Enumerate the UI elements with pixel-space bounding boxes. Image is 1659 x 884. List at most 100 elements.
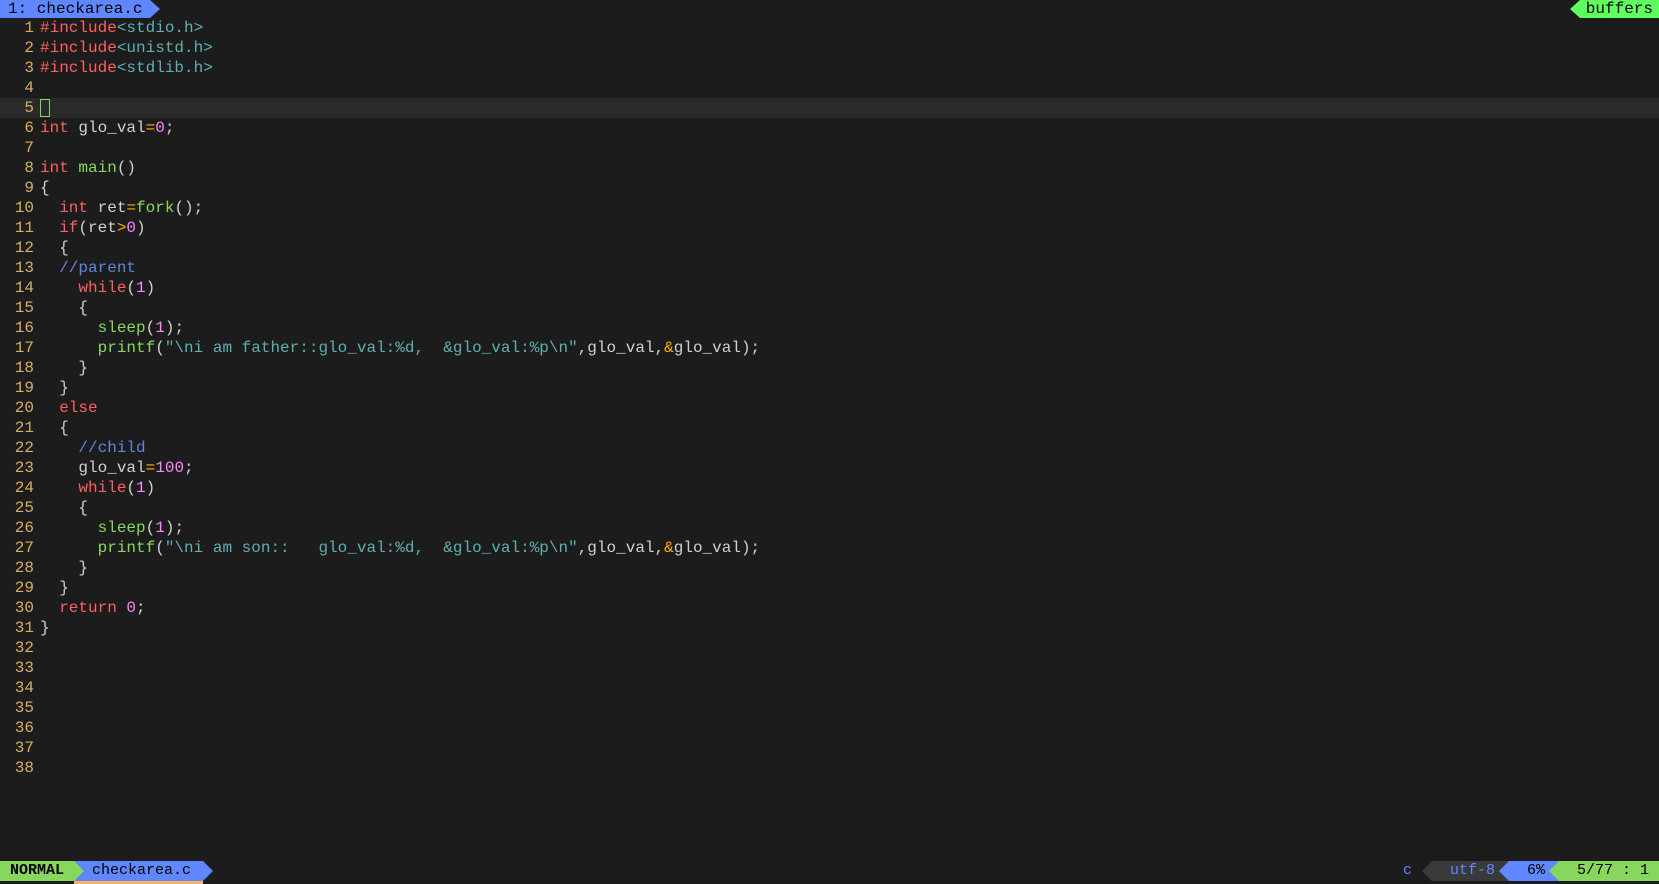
code-content: } — [40, 558, 1659, 578]
line-number: 13 — [0, 258, 40, 278]
filetype-text: c — [1403, 862, 1412, 879]
code-line[interactable]: 6int glo_val=0; — [0, 118, 1659, 138]
code-line[interactable]: 19 } — [0, 378, 1659, 398]
code-line[interactable]: 12 { — [0, 238, 1659, 258]
buffers-button[interactable]: buffers — [1580, 0, 1659, 18]
code-content: //parent — [40, 258, 1659, 278]
line-number: 4 — [0, 78, 40, 98]
code-content: } — [40, 358, 1659, 378]
code-line[interactable]: 25 { — [0, 498, 1659, 518]
filename-segment: checkarea.c — [74, 861, 203, 881]
code-line[interactable]: 24 while(1) — [0, 478, 1659, 498]
code-content: sleep(1); — [40, 518, 1659, 538]
code-line[interactable]: 13 //parent — [0, 258, 1659, 278]
line-number: 19 — [0, 378, 40, 398]
position-segment: 5/77 : 1 — [1559, 861, 1659, 881]
code-content: while(1) — [40, 278, 1659, 298]
code-content: if(ret>0) — [40, 218, 1659, 238]
code-content — [40, 758, 1659, 778]
code-content: return 0; — [40, 598, 1659, 618]
status-bar: NORMAL checkarea.c c utf-8 6% 5/77 : 1 — [0, 861, 1659, 881]
code-line[interactable]: 36 — [0, 718, 1659, 738]
code-content — [40, 678, 1659, 698]
line-number: 20 — [0, 398, 40, 418]
line-number: 12 — [0, 238, 40, 258]
code-line[interactable]: 20 else — [0, 398, 1659, 418]
code-line[interactable]: 7 — [0, 138, 1659, 158]
line-number: 8 — [0, 158, 40, 178]
buffers-label: buffers — [1586, 0, 1653, 19]
code-content: #include<stdlib.h> — [40, 58, 1659, 78]
code-line[interactable]: 4 — [0, 78, 1659, 98]
code-line[interactable]: 37 — [0, 738, 1659, 758]
code-line[interactable]: 23 glo_val=100; — [0, 458, 1659, 478]
line-number: 11 — [0, 218, 40, 238]
line-number: 37 — [0, 738, 40, 758]
code-content: //child — [40, 438, 1659, 458]
line-number: 29 — [0, 578, 40, 598]
code-line[interactable]: 9{ — [0, 178, 1659, 198]
code-content — [40, 658, 1659, 678]
status-right: c utf-8 6% 5/77 : 1 — [1383, 861, 1659, 881]
code-line[interactable]: 31} — [0, 618, 1659, 638]
code-line[interactable]: 15 { — [0, 298, 1659, 318]
line-number: 7 — [0, 138, 40, 158]
line-number: 9 — [0, 178, 40, 198]
line-number: 16 — [0, 318, 40, 338]
line-number: 33 — [0, 658, 40, 678]
code-content — [40, 638, 1659, 658]
tab-label: 1: checkarea.c — [8, 0, 142, 19]
code-line[interactable]: 38 — [0, 758, 1659, 778]
editor-area[interactable]: 1#include<stdio.h>2#include<unistd.h>3#i… — [0, 18, 1659, 861]
code-line[interactable]: 26 sleep(1); — [0, 518, 1659, 538]
encoding-segment: utf-8 — [1432, 861, 1509, 881]
line-number: 1 — [0, 18, 40, 38]
code-line[interactable]: 3#include<stdlib.h> — [0, 58, 1659, 78]
code-line[interactable]: 17 printf("\ni am father::glo_val:%d, &g… — [0, 338, 1659, 358]
line-number: 10 — [0, 198, 40, 218]
mode-indicator: NORMAL — [0, 861, 74, 881]
code-line[interactable]: 18 } — [0, 358, 1659, 378]
code-line[interactable]: 33 — [0, 658, 1659, 678]
code-content: { — [40, 178, 1659, 198]
code-line[interactable]: 5 — [0, 98, 1659, 118]
code-line[interactable]: 8int main() — [0, 158, 1659, 178]
code-content — [40, 78, 1659, 98]
code-line[interactable]: 2#include<unistd.h> — [0, 38, 1659, 58]
line-number: 14 — [0, 278, 40, 298]
code-line[interactable]: 27 printf("\ni am son:: glo_val:%d, &glo… — [0, 538, 1659, 558]
code-line[interactable]: 29 } — [0, 578, 1659, 598]
code-content — [40, 698, 1659, 718]
code-content — [40, 138, 1659, 158]
line-number: 30 — [0, 598, 40, 618]
code-line[interactable]: 34 — [0, 678, 1659, 698]
code-content: } — [40, 378, 1659, 398]
line-number: 34 — [0, 678, 40, 698]
code-content: printf("\ni am son:: glo_val:%d, &glo_va… — [40, 538, 1659, 558]
code-content: glo_val=100; — [40, 458, 1659, 478]
code-line[interactable]: 22 //child — [0, 438, 1659, 458]
tab-active[interactable]: 1: checkarea.c — [0, 0, 150, 18]
code-content: { — [40, 418, 1659, 438]
code-line[interactable]: 1#include<stdio.h> — [0, 18, 1659, 38]
code-content: int ret=fork(); — [40, 198, 1659, 218]
code-content — [40, 98, 1659, 118]
line-number: 38 — [0, 758, 40, 778]
code-line[interactable]: 10 int ret=fork(); — [0, 198, 1659, 218]
code-content: { — [40, 498, 1659, 518]
code-content — [40, 718, 1659, 738]
tab-bar: 1: checkarea.c buffers — [0, 0, 1659, 18]
code-line[interactable]: 32 — [0, 638, 1659, 658]
code-line[interactable]: 16 sleep(1); — [0, 318, 1659, 338]
code-line[interactable]: 14 while(1) — [0, 278, 1659, 298]
code-line[interactable]: 35 — [0, 698, 1659, 718]
code-line[interactable]: 28 } — [0, 558, 1659, 578]
code-content: int glo_val=0; — [40, 118, 1659, 138]
line-number: 25 — [0, 498, 40, 518]
mode-text: NORMAL — [10, 861, 64, 881]
line-number: 26 — [0, 518, 40, 538]
code-line[interactable]: 11 if(ret>0) — [0, 218, 1659, 238]
line-number: 28 — [0, 558, 40, 578]
code-line[interactable]: 30 return 0; — [0, 598, 1659, 618]
code-line[interactable]: 21 { — [0, 418, 1659, 438]
